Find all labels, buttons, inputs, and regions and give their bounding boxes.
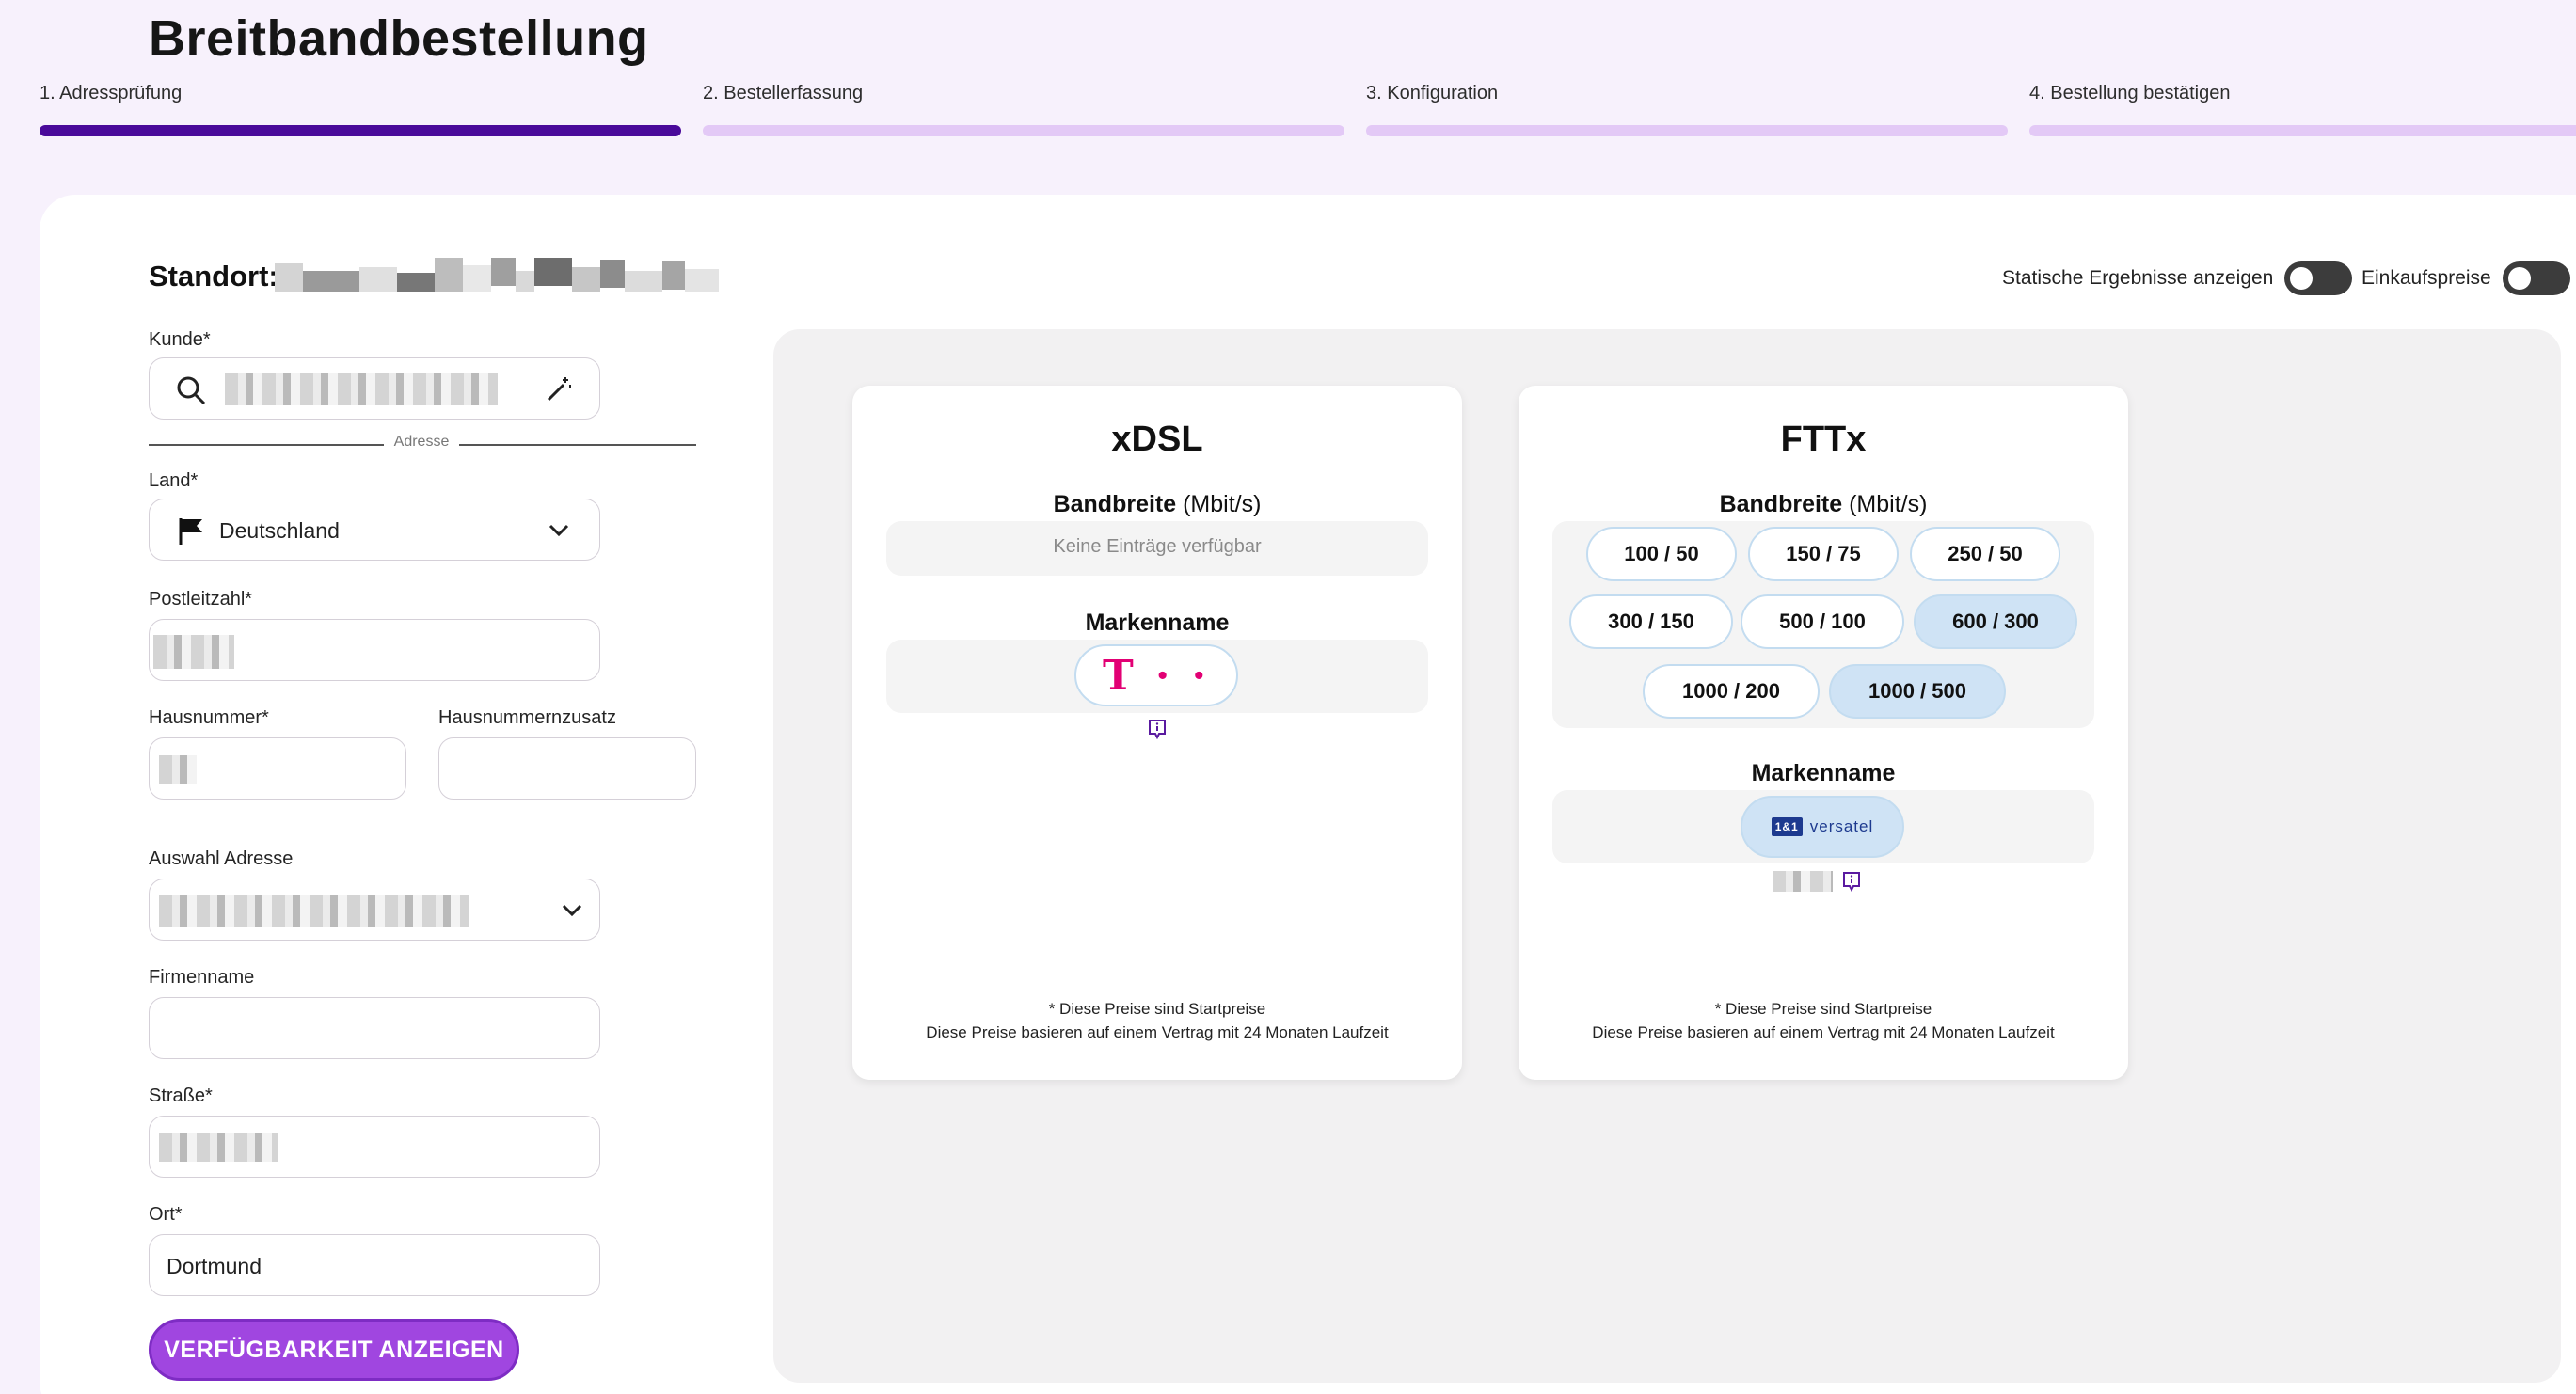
fttx-title: FTTx: [1780, 420, 1867, 459]
city-field[interactable]: Dortmund: [149, 1234, 600, 1296]
company-field[interactable]: [149, 997, 600, 1059]
address-select[interactable]: [149, 879, 600, 941]
bandwidth-unit: (Mbit/s): [1849, 491, 1928, 517]
xdsl-bandwidth-box: Keine Einträge verfügbar: [886, 521, 1428, 576]
step-progress-bar: [2029, 125, 2576, 136]
address-divider-label: Adresse: [393, 434, 450, 450]
telekom-logo: T · ·: [1102, 651, 1210, 700]
static-results-toggle-group: Statische Ergebnisse anzeigen: [2002, 261, 2353, 295]
stepper: 1. Adressprüfung 2. Bestellerfassung 3. …: [40, 83, 2576, 139]
versatel-wordmark: versatel: [1809, 817, 1874, 835]
fttx-brand-box: 1&1 versatel: [1552, 790, 2094, 863]
step-progress-bar: [40, 125, 681, 136]
search-icon: [177, 376, 206, 405]
fttx-card: FTTx Bandbreite (Mbit/s) 100 / 50 150 / …: [1519, 386, 2128, 1080]
xdsl-empty-text: Keine Einträge verfügbar: [1053, 536, 1262, 557]
note-contract-term: Diese Preise basieren auf einem Vertrag …: [1592, 1023, 2055, 1041]
versatel-brand-pill[interactable]: 1&1 versatel: [1741, 796, 1904, 858]
bandwidth-label: Bandbreite: [1053, 491, 1177, 517]
xdsl-bandwidth-heading: Bandbreite (Mbit/s): [852, 491, 1462, 518]
country-select[interactable]: Deutschland: [149, 499, 600, 561]
house-number-suffix-field[interactable]: [438, 737, 696, 800]
step-address-check[interactable]: 1. Adressprüfung: [40, 83, 681, 136]
xdsl-brand-heading: Markenname: [1085, 610, 1230, 636]
note-start-prices: * Diese Preise sind Startpreise: [1048, 1000, 1266, 1018]
country-value: Deutschland: [219, 518, 340, 543]
bandwidth-unit: (Mbit/s): [1183, 491, 1262, 517]
bandwidth-option[interactable]: 1000 / 200: [1643, 664, 1820, 719]
xdsl-title: xDSL: [1111, 420, 1203, 459]
flag-icon: [179, 518, 202, 545]
house-number-suffix-label: Hausnummernzusatz: [438, 707, 616, 728]
xdsl-brand-box: T · ·: [886, 640, 1428, 713]
step-progress-bar: [703, 125, 1344, 136]
postcode-field[interactable]: [149, 619, 600, 681]
location-heading: Standort:: [149, 258, 719, 293]
fttx-price-note: * Diese Preise sind Startpreise Diese Pr…: [1519, 997, 2128, 1044]
static-results-label: Statische Ergebnisse anzeigen: [2002, 267, 2274, 289]
customer-redacted: [225, 373, 498, 405]
note-contract-term: Diese Preise basieren auf einem Vertrag …: [926, 1023, 1389, 1041]
street-redacted: [159, 1133, 278, 1162]
bandwidth-option[interactable]: 150 / 75: [1748, 527, 1899, 581]
bandwidth-option-selected[interactable]: 600 / 300: [1914, 594, 2077, 649]
house-number-redacted: [159, 755, 197, 784]
provider-redacted: [1773, 871, 1833, 892]
fttx-bandwidth-heading: Bandbreite (Mbit/s): [1519, 491, 2128, 518]
step-order-entry[interactable]: 2. Bestellerfassung: [703, 83, 1344, 136]
step-confirm-order[interactable]: 4. Bestellung bestätigen: [2029, 83, 2576, 136]
chevron-down-icon: [549, 524, 569, 537]
magic-wand-icon[interactable]: [545, 375, 573, 404]
chevron-down-icon: [562, 904, 582, 917]
bandwidth-label: Bandbreite: [1719, 491, 1843, 517]
step-label: 3. Konfiguration: [1366, 83, 1499, 103]
step-configuration[interactable]: 3. Konfiguration: [1366, 83, 2008, 136]
page-title: Breitbandbestellung: [149, 10, 649, 67]
customer-label: Kunde*: [149, 329, 211, 350]
telekom-brand-pill[interactable]: T · ·: [1074, 644, 1238, 706]
xdsl-price-note: * Diese Preise sind Startpreise Diese Pr…: [852, 997, 1462, 1044]
step-label: 4. Bestellung bestätigen: [2029, 83, 2231, 103]
purchase-prices-toggle-group: Einkaufspreise: [2361, 261, 2570, 295]
street-label: Straße*: [149, 1085, 213, 1106]
customer-search-field[interactable]: [149, 357, 600, 420]
bandwidth-option[interactable]: 300 / 150: [1569, 594, 1733, 649]
postcode-redacted: [153, 635, 234, 669]
step-progress-bar: [1366, 125, 2008, 136]
step-label: 1. Adressprüfung: [40, 83, 183, 103]
info-icon[interactable]: [1842, 871, 1861, 892]
show-availability-button[interactable]: VERFÜGBARKEIT ANZEIGEN: [149, 1319, 519, 1381]
street-field[interactable]: [149, 1116, 600, 1178]
fttx-brand-heading: Markenname: [1751, 760, 1896, 786]
postcode-label: Postleitzahl*: [149, 589, 253, 610]
city-value: Dortmund: [167, 1254, 262, 1278]
info-icon[interactable]: [1148, 719, 1167, 739]
versatel-logo: 1&1 versatel: [1771, 817, 1874, 836]
house-number-label: Hausnummer*: [149, 707, 269, 728]
bandwidth-option-selected[interactable]: 1000 / 500: [1829, 664, 2006, 719]
xdsl-card: xDSL Bandbreite (Mbit/s) Keine Einträge …: [852, 386, 1462, 1080]
city-label: Ort*: [149, 1204, 183, 1225]
address-redacted: [159, 895, 469, 927]
location-label: Standort:: [149, 260, 278, 293]
country-label: Land*: [149, 470, 199, 491]
fttx-bandwidth-box: 100 / 50 150 / 75 250 / 50 300 / 150 500…: [1552, 521, 2094, 728]
note-start-prices: * Diese Preise sind Startpreise: [1714, 1000, 1932, 1018]
bandwidth-option[interactable]: 500 / 100: [1741, 594, 1904, 649]
house-number-field[interactable]: [149, 737, 406, 800]
purchase-prices-label: Einkaufspreise: [2361, 267, 2491, 289]
company-label: Firmenname: [149, 967, 255, 988]
location-redacted: [275, 258, 719, 301]
step-label: 2. Bestellerfassung: [703, 83, 864, 103]
bandwidth-option[interactable]: 250 / 50: [1910, 527, 2060, 581]
purchase-prices-toggle[interactable]: [2502, 261, 2570, 295]
bandwidth-option[interactable]: 100 / 50: [1586, 527, 1737, 581]
versatel-badge: 1&1: [1771, 817, 1803, 836]
address-divider: Adresse: [149, 434, 696, 450]
address-select-label: Auswahl Adresse: [149, 848, 294, 869]
static-results-toggle[interactable]: [2284, 261, 2353, 295]
